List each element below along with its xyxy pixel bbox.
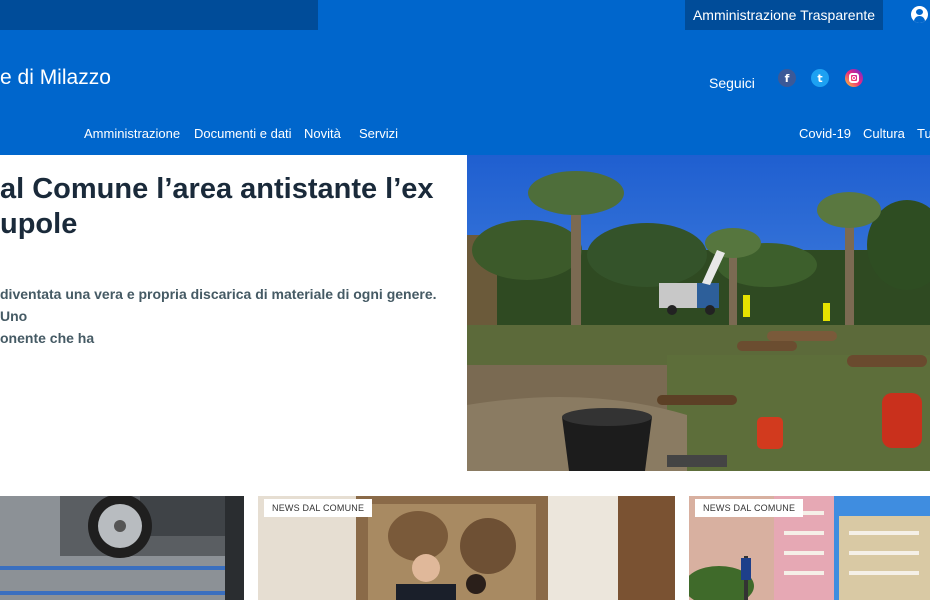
nav-turismo[interactable]: Tu — [917, 126, 930, 141]
nav-documenti-e-dati[interactable]: Documenti e dati — [194, 126, 292, 141]
hero-title[interactable]: al Comune l’area antistante l’ex upole — [0, 172, 467, 242]
news-card-photo — [0, 496, 244, 600]
category-badge[interactable]: NEWS DAL COMUNE — [695, 499, 804, 517]
nav-novita[interactable]: Novità — [304, 126, 341, 141]
nav-servizi[interactable]: Servizi — [359, 126, 398, 141]
category-badge[interactable]: NEWS DAL COMUNE — [264, 499, 373, 517]
site-header: e di Milazzo Seguici f t Amministrazione… — [0, 30, 930, 155]
nav-cultura[interactable]: Cultura — [863, 126, 905, 141]
amministrazione-trasparente-button[interactable]: Amministrazione Trasparente — [685, 0, 883, 30]
hero-description: diventata una vera e propria discarica d… — [0, 286, 437, 346]
nav-covid-19[interactable]: Covid-19 — [799, 126, 851, 141]
instagram-icon[interactable] — [845, 69, 863, 87]
hero-article: al Comune l’area antistante l’ex upole d… — [0, 155, 467, 471]
hero-photo-illustration — [467, 155, 930, 471]
site-title[interactable]: e di Milazzo — [0, 66, 111, 90]
region-link-area[interactable] — [0, 0, 318, 30]
news-card[interactable]: NEWS DAL COMUNE — [689, 496, 930, 600]
news-card[interactable]: NEWS DAL COMUNE — [258, 496, 675, 600]
hero-photo[interactable] — [467, 155, 930, 471]
news-card[interactable] — [0, 496, 244, 600]
top-bar: Amministrazione Trasparente — [0, 0, 930, 30]
nav-amministrazione[interactable]: Amministrazione — [84, 126, 180, 141]
facebook-icon[interactable]: f — [778, 69, 796, 87]
twitter-icon[interactable]: t — [811, 69, 829, 87]
follow-label: Seguici — [709, 75, 755, 91]
user-icon[interactable] — [911, 6, 928, 23]
